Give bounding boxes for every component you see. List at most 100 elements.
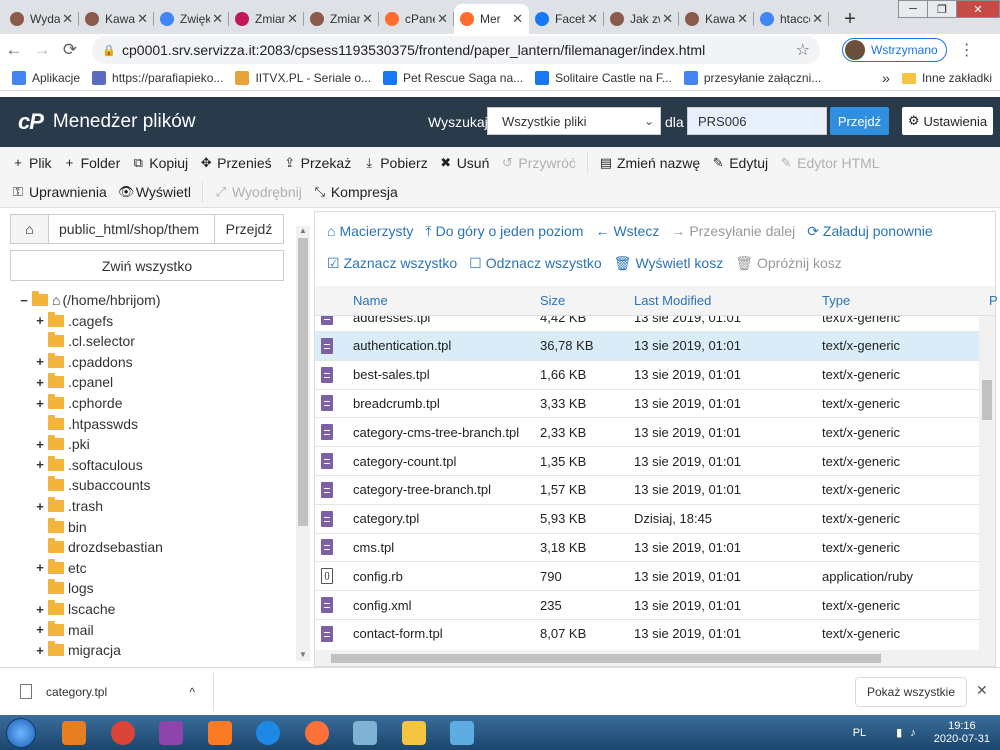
toolbar-row1-item-4[interactable]: ⇪ Przekaż [283,155,351,171]
toolbar-row1-item-8[interactable]: ▤ Zmień nazwę [599,155,700,171]
table-row[interactable]: contact-form.tpl 8,07 KB 13 sie 2019, 01:0… [315,620,979,646]
clock[interactable]: 19:16 2020-07-31 [934,720,990,746]
tree-item[interactable]: .subaccounts [34,475,151,495]
tree-item[interactable]: + .trash [34,496,103,516]
tab-2[interactable]: Zwiększ✕ [154,4,229,34]
tab-8[interactable]: Jak zwi✕ [604,4,679,34]
tab-4[interactable]: Zmiana✕ [304,4,379,34]
nav-nav1-item-1[interactable]: ⤒ Do góry o jeden poziom [425,223,583,240]
tab-close-icon[interactable]: ✕ [137,11,148,27]
new-tab-icon[interactable]: + [835,4,865,34]
menu-icon[interactable]: ⋮ [959,40,975,60]
taskbar-internet-explorer[interactable] [246,717,290,748]
taskbar-media-player[interactable] [52,717,96,748]
tree-item[interactable]: + .softaculous [34,455,143,475]
column-perm[interactable]: P [989,293,998,308]
taskbar-explorer[interactable] [392,717,436,748]
toolbar-row2-item-0[interactable]: ⚿ Uprawnienia [11,184,107,200]
toolbar-row1-item-6[interactable]: ✖ Usuń [439,155,489,171]
tree-item[interactable]: + .cpanel [34,372,113,392]
settings-button[interactable]: ⚙ Ustawienia [902,107,993,135]
nav-nav1-item-4[interactable]: ⟳ Załaduj ponownie [807,223,932,240]
expand-icon[interactable]: + [34,396,46,411]
tree-root[interactable]: − ⌂ (/home/hbrijom) [18,290,161,310]
bookmark-4[interactable]: Solitaire Castle na F... [535,71,672,85]
bookmarks-more-icon[interactable]: » [882,70,890,86]
expand-icon[interactable]: + [34,313,46,328]
taskbar-xampp[interactable] [198,717,242,748]
tab-6[interactable]: Mer ✕ [454,4,529,34]
volume-icon[interactable]: ♪ [910,727,916,739]
tree-item[interactable]: .htpasswds [34,414,138,434]
tab-7[interactable]: Facebo✕ [529,4,604,34]
url-text[interactable]: cp0001.srv.servizza.it:2083/cpsess119353… [122,42,705,58]
language-indicator[interactable]: PL [853,727,866,739]
tree-item[interactable]: + migracja [34,640,121,660]
tab-close-icon[interactable]: ✕ [512,11,523,27]
table-row[interactable]: cms.tpl 3,18 KB 13 sie 2019, 01:01 text/x-g… [315,533,979,563]
show-all-button[interactable]: Pokaż wszystkie [855,677,967,707]
scrollbar-thumb[interactable] [331,654,881,663]
tab-10[interactable]: htacces✕ [754,4,829,34]
tab-close-icon[interactable]: ✕ [812,11,823,27]
tab-close-icon[interactable]: ✕ [587,11,598,27]
toolbar-row2-item-3[interactable]: ⤡ Kompresja [313,184,398,200]
column-modified[interactable]: Last Modified [634,293,711,308]
table-row[interactable]: addresses.tpl 4,42 KB 13 sie 2019, 01:01 te… [315,316,979,332]
column-size[interactable]: Size [540,293,565,308]
expand-icon[interactable]: + [34,437,46,452]
tab-5[interactable]: cPanel✕ [379,4,454,34]
expand-icon[interactable]: + [34,622,46,637]
tree-item[interactable]: bin [34,517,87,537]
minimize-icon[interactable]: ─ [898,0,928,18]
maximize-icon[interactable]: ❐ [927,0,957,18]
nav-nav1-item-0[interactable]: ⌂ Macierzysty [327,223,413,239]
toolbar-row1-item-9[interactable]: ✎ Edytuj [711,155,768,171]
table-row[interactable]: category-cms-tree-branch.tpl 2,33 KB 13 si… [315,418,979,448]
table-row[interactable]: {} config.rb 790 13 sie 2019, 01:01 applicat… [315,562,979,592]
bookmark-2[interactable]: IITVX.PL - Seriale o... [235,71,371,85]
profile-button[interactable]: Wstrzymano [842,38,947,62]
toolbar-row2-item-1[interactable]: 👁 Wyświetl [118,184,191,200]
taskbar-notepad[interactable] [343,717,387,748]
tree-item[interactable]: + mail [34,620,94,640]
toolbar-row1-item-5[interactable]: ⤓ Pobierz [362,155,427,171]
path-input[interactable]: public_html/shop/them [49,215,215,243]
tree-item[interactable]: + etc [34,558,87,578]
cpanel-logo-icon[interactable]: cP [18,109,44,135]
toolbar-row1-item-2[interactable]: ⧉ Kopiuj [131,155,189,171]
bookmark-1[interactable]: https://parafiapieko... [92,71,223,85]
search-input[interactable]: PRS006 [687,107,827,135]
search-go-button[interactable]: Przejdź [830,107,889,135]
close-window-icon[interactable]: ✕ [956,0,1000,18]
collapse-icon[interactable]: − [18,293,30,308]
scroll-up-icon[interactable]: ▲ [299,226,307,235]
nav-nav2-item-2[interactable]: 🗑 Wyświetl kosz [614,255,724,272]
column-type[interactable]: Type [822,293,850,308]
tree-item[interactable]: + .pki [34,434,90,454]
close-icon[interactable]: ✕ [976,682,988,699]
table-row[interactable]: breadcrumb.tpl 3,33 KB 13 sie 2019, 01:01 t… [315,389,979,419]
table-row[interactable]: category-count.tpl 1,35 KB 13 sie 2019, 01… [315,447,979,476]
search-scope-select[interactable]: Wszystkie pliki ⌄ [487,107,661,135]
file-list-scrollbar[interactable] [979,316,995,650]
tree-item[interactable]: logs [34,578,94,598]
column-name[interactable]: Name [353,293,388,308]
table-row[interactable]: category-tree-branch.tpl 1,57 KB 13 sie 20… [315,476,979,505]
collapse-all-button[interactable]: Zwiń wszystko [10,250,284,281]
start-button[interactable] [6,718,36,748]
taskbar-firefox[interactable] [295,717,339,748]
tab-0[interactable]: Wydajn✕ [4,4,79,34]
url-field[interactable]: 🔒 cp0001.srv.servizza.it:2083/cpsess1193… [92,36,820,64]
tree-item[interactable]: drozdsebastian [34,537,163,557]
toolbar-row1-item-1[interactable]: + Folder [63,155,120,171]
taskbar-photos[interactable] [440,717,484,748]
nav-nav2-item-1[interactable]: ☐ Odznacz wszystko [469,255,602,272]
tree-item[interactable]: + .cagefs [34,311,113,331]
tab-close-icon[interactable]: ✕ [62,11,73,27]
back-icon[interactable]: ← [0,40,28,60]
nav-nav1-item-2[interactable]: ← Wstecz [595,223,659,239]
tab-close-icon[interactable]: ✕ [287,11,298,27]
reload-icon[interactable]: ⟳ [56,40,84,60]
expand-icon[interactable]: + [34,560,46,575]
